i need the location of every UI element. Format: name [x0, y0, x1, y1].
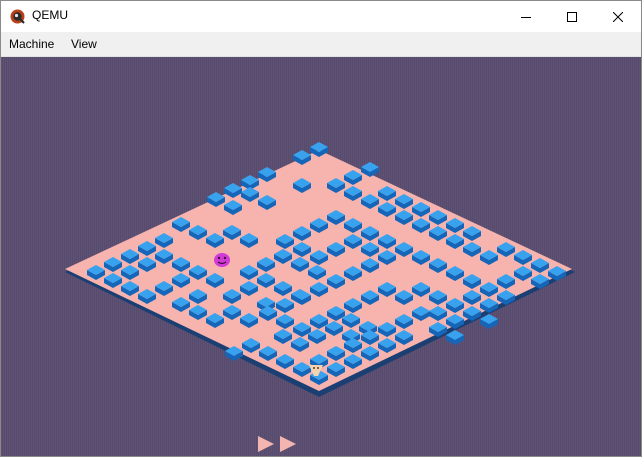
menu-bar: Machine View — [1, 32, 641, 57]
qemu-window: QEMU Machine View — [0, 0, 642, 457]
vm-display[interactable] — [1, 57, 641, 456]
life-arrow-icon — [280, 436, 296, 456]
life-arrow-icon — [258, 436, 274, 456]
qemu-icon — [10, 9, 25, 24]
title-bar[interactable]: QEMU — [1, 1, 641, 32]
close-icon — [613, 11, 623, 22]
maximize-button[interactable] — [549, 1, 595, 32]
smiley-player-icon — [214, 253, 230, 267]
lives-indicator — [258, 436, 296, 456]
window-title: QEMU — [32, 8, 68, 22]
menu-machine[interactable]: Machine — [9, 37, 54, 51]
close-button[interactable] — [595, 1, 641, 32]
game-board — [65, 142, 575, 397]
minimize-icon — [521, 12, 531, 22]
minimize-button[interactable] — [503, 1, 549, 32]
menu-view[interactable]: View — [71, 37, 97, 51]
maximize-icon — [567, 11, 577, 22]
